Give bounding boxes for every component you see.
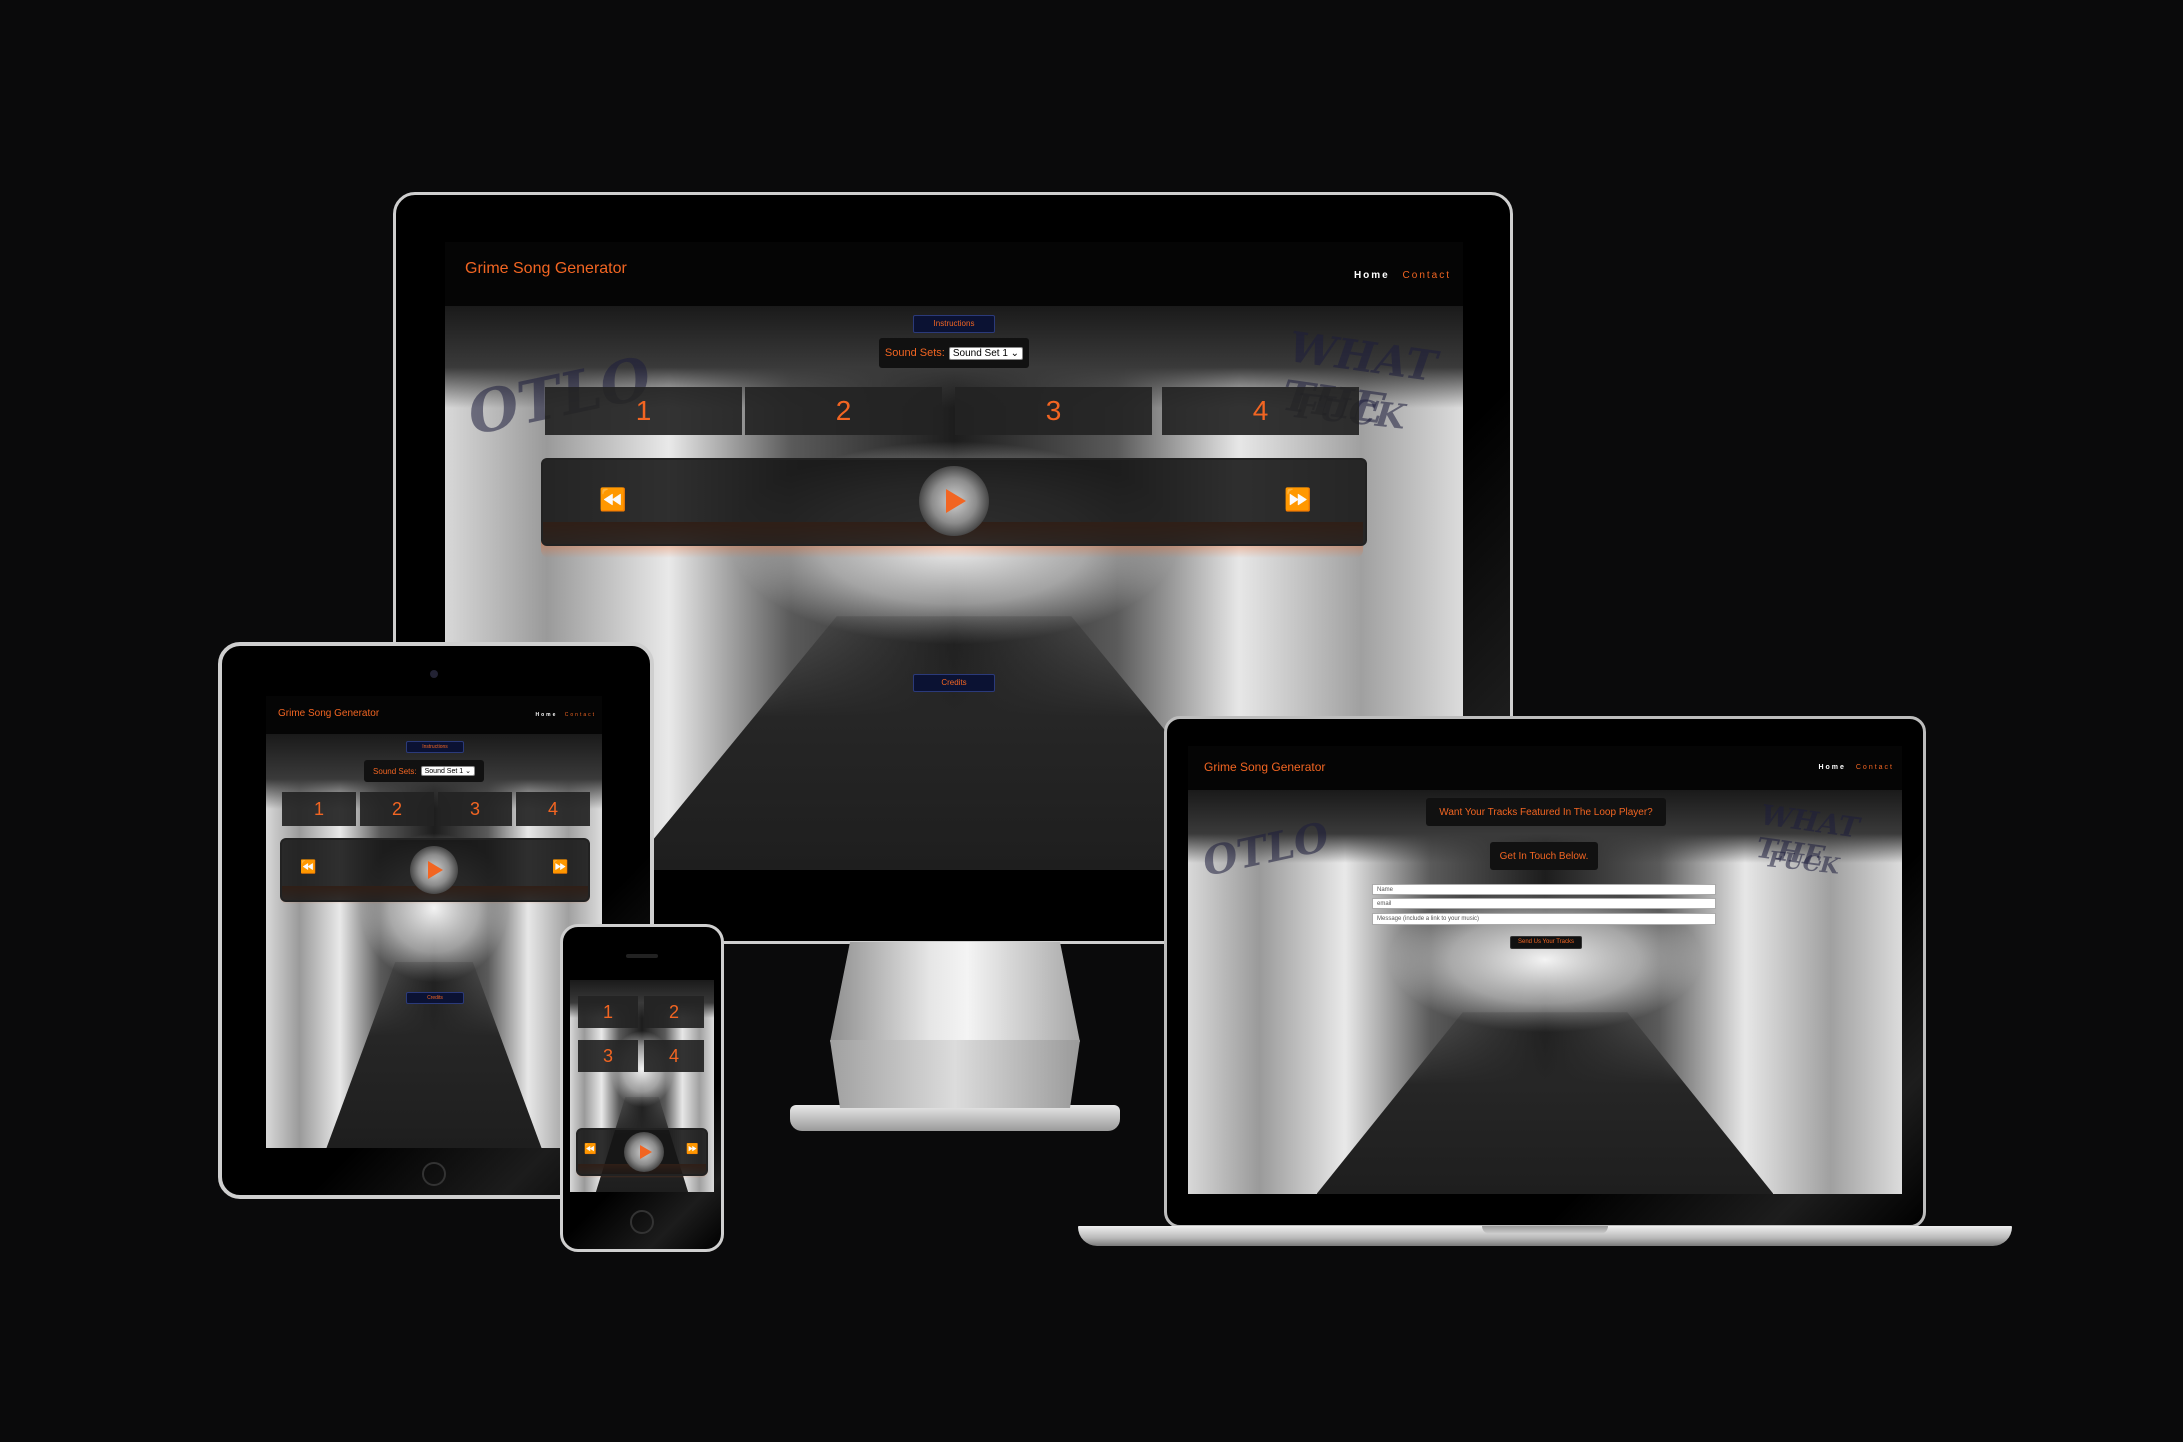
desktop-nav-home[interactable]: Home xyxy=(1354,270,1390,281)
tablet-pad-3[interactable]: 3 xyxy=(438,792,512,826)
tablet-brand[interactable]: Grime Song Generator xyxy=(278,708,379,719)
laptop-submit-button[interactable]: Send Us Your Tracks xyxy=(1510,936,1582,949)
tablet-nav-home[interactable]: Home xyxy=(535,712,557,718)
phone-pad-3[interactable]: 3 xyxy=(578,1040,638,1072)
desktop-pad-4[interactable]: 4 xyxy=(1162,387,1359,435)
play-icon[interactable] xyxy=(639,1145,652,1159)
play-icon[interactable] xyxy=(946,489,966,513)
tablet-instructions-button[interactable]: Instructions xyxy=(406,741,464,753)
fast-forward-icon[interactable]: ⏩ xyxy=(1284,488,1311,513)
laptop-email-input[interactable]: email xyxy=(1372,898,1716,909)
desktop-brand[interactable]: Grime Song Generator xyxy=(465,260,627,278)
phone-device: 1 2 3 4 ⏪ ⏩ xyxy=(560,924,724,1252)
laptop-nav-home[interactable]: Home xyxy=(1818,764,1845,771)
play-icon[interactable] xyxy=(428,861,443,879)
tablet-pad-2[interactable]: 2 xyxy=(360,792,434,826)
tablet-sound-set-value: Sound Set 1 xyxy=(424,768,464,775)
desktop-sound-set-select[interactable]: Sound Set 1 ⌄ xyxy=(948,346,1024,360)
desktop-pad-1[interactable]: 1 xyxy=(545,387,742,435)
desktop-stand-neck xyxy=(830,1040,1080,1108)
desktop-sound-sets: Sound Sets: Sound Set 1 ⌄ xyxy=(879,338,1029,368)
tablet-album-disc xyxy=(410,846,458,894)
desktop-stand-foot xyxy=(790,1105,1120,1131)
desktop-instructions-button[interactable]: Instructions xyxy=(913,315,995,333)
rewind-icon[interactable]: ⏪ xyxy=(584,1144,596,1155)
desktop-sound-sets-label: Sound Sets: xyxy=(884,347,945,359)
desktop-navbar: Grime Song Generator Home Contact xyxy=(445,242,1463,306)
desktop-nav-contact[interactable]: Contact xyxy=(1403,270,1451,281)
phone-speaker xyxy=(626,954,658,958)
phone-pad-1[interactable]: 1 xyxy=(578,996,638,1028)
tablet-credits-button[interactable]: Credits xyxy=(406,992,464,1004)
desktop-credits-button[interactable]: Credits xyxy=(913,674,995,692)
tablet-navbar: Grime Song Generator Home Contact xyxy=(266,696,602,734)
laptop-navbar: Grime Song Generator Home Contact xyxy=(1188,746,1902,790)
phone-loop-player: ⏪ ⏩ xyxy=(576,1128,708,1176)
tablet-sound-set-select[interactable]: Sound Set 1 ⌄ xyxy=(420,766,475,776)
tablet-nav-links: Home Contact xyxy=(535,712,596,718)
tablet-sound-sets-label: Sound Sets: xyxy=(373,766,417,776)
tablet-nav-contact[interactable]: Contact xyxy=(565,712,596,718)
laptop-device: Grime Song Generator Home Contact OTLO W… xyxy=(1078,716,2012,1250)
fast-forward-icon[interactable]: ⏩ xyxy=(552,860,568,875)
tablet-home-button[interactable] xyxy=(422,1162,446,1186)
laptop-nav-contact[interactable]: Contact xyxy=(1856,764,1894,771)
tablet-pad-1[interactable]: 1 xyxy=(282,792,356,826)
fast-forward-icon[interactable]: ⏩ xyxy=(686,1144,698,1155)
laptop-nav-links: Home Contact xyxy=(1818,764,1894,771)
desktop-sound-set-value: Sound Set 1 xyxy=(952,347,1008,359)
tablet-camera xyxy=(430,670,438,678)
laptop-screen: Grime Song Generator Home Contact OTLO W… xyxy=(1188,746,1902,1194)
desktop-nav-links: Home Contact xyxy=(1354,270,1451,281)
laptop-message-input[interactable]: Message (include a link to your music) xyxy=(1372,913,1716,925)
desktop-loop-player: ⏪ ⏩ xyxy=(541,458,1367,546)
tablet-loop-player: ⏪ ⏩ xyxy=(280,838,590,902)
desktop-pad-3[interactable]: 3 xyxy=(955,387,1152,435)
phone-pad-4[interactable]: 4 xyxy=(644,1040,704,1072)
phone-screen: 1 2 3 4 ⏪ ⏩ xyxy=(570,980,714,1192)
laptop-brand[interactable]: Grime Song Generator xyxy=(1204,760,1325,774)
rewind-icon[interactable]: ⏪ xyxy=(300,860,316,875)
phone-album-disc xyxy=(624,1132,664,1172)
laptop-contact-cta: Get In Touch Below. xyxy=(1490,842,1598,870)
laptop-name-input[interactable]: Name xyxy=(1372,884,1716,895)
rewind-icon[interactable]: ⏪ xyxy=(599,488,626,513)
desktop-stand xyxy=(830,942,1080,1042)
tablet-screen: Grime Song Generator Home Contact Instru… xyxy=(266,696,602,1148)
laptop-contact-headline: Want Your Tracks Featured In The Loop Pl… xyxy=(1426,798,1666,826)
desktop-album-disc xyxy=(919,466,989,536)
desktop-pad-2[interactable]: 2 xyxy=(745,387,942,435)
tablet-sound-sets: Sound Sets: Sound Set 1 ⌄ xyxy=(364,760,484,782)
tablet-pad-4[interactable]: 4 xyxy=(516,792,590,826)
phone-home-button[interactable] xyxy=(630,1210,654,1234)
laptop-notch xyxy=(1482,1226,1608,1234)
phone-pad-2[interactable]: 2 xyxy=(644,996,704,1028)
